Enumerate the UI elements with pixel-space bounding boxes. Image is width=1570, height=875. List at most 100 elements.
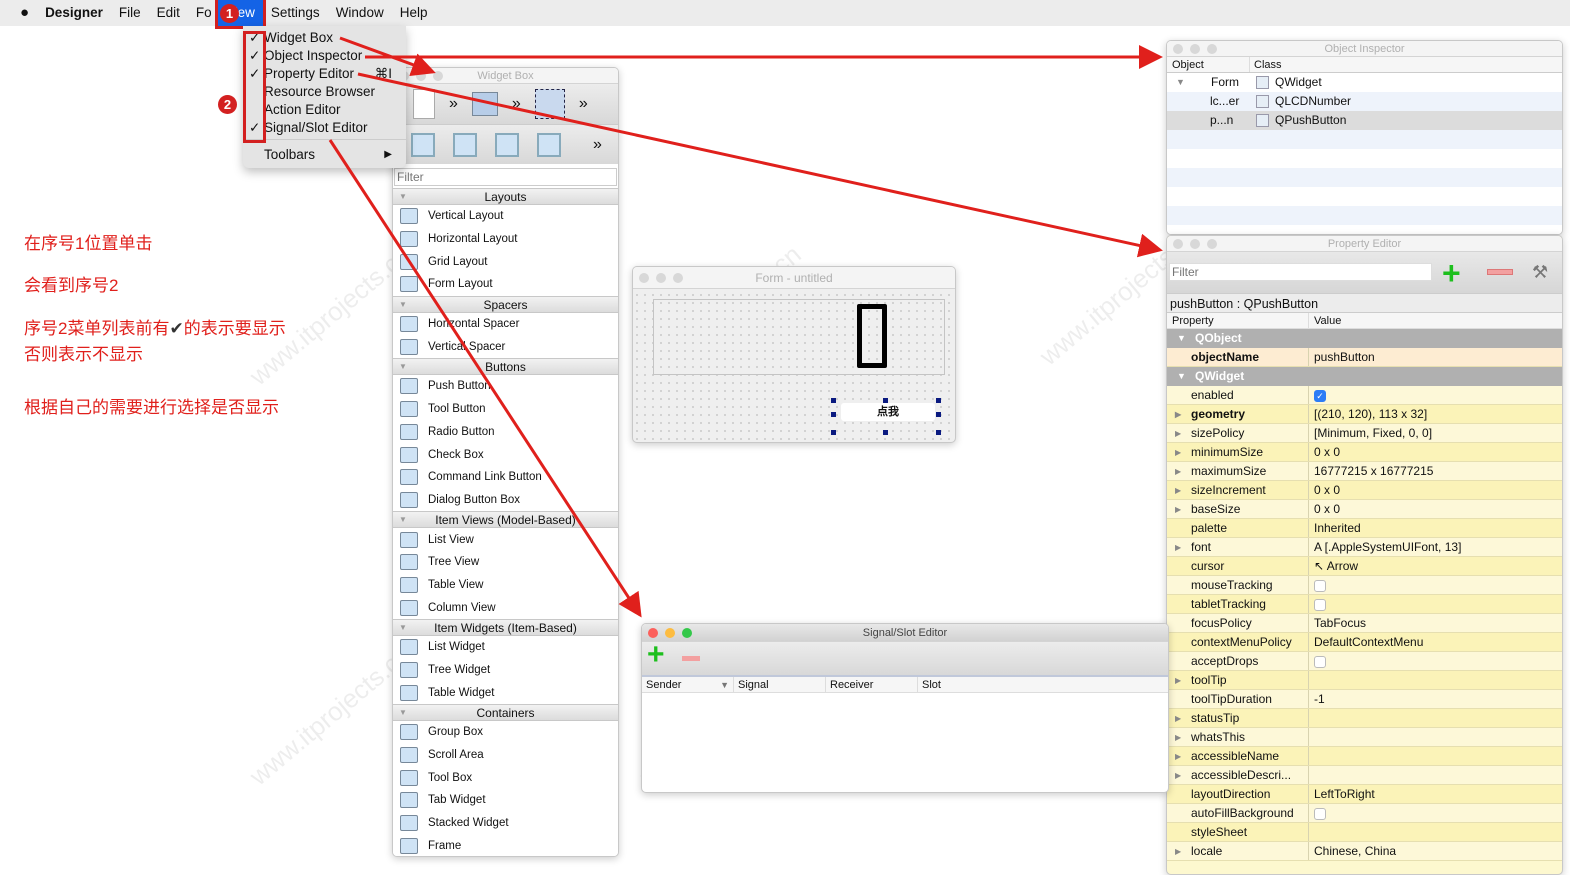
- property-value[interactable]: 0 x 0: [1309, 500, 1562, 518]
- menu-window[interactable]: Window: [328, 0, 392, 26]
- menu-item-toolbars[interactable]: Toolbars ▶: [243, 146, 406, 164]
- more-icon[interactable]: »: [512, 95, 521, 113]
- column-header-slot[interactable]: Slot: [918, 677, 941, 692]
- property-row-accessiblename[interactable]: accessibleName: [1167, 747, 1562, 766]
- property-row-statustip[interactable]: statusTip: [1167, 709, 1562, 728]
- property-row-basesize[interactable]: baseSize0 x 0: [1167, 500, 1562, 519]
- more-icon[interactable]: »: [449, 95, 458, 113]
- push-button[interactable]: 点我: [841, 403, 935, 421]
- widget-item[interactable]: Push Button: [393, 375, 618, 398]
- widget-item[interactable]: Tool Box: [393, 766, 618, 790]
- widget-category-header[interactable]: Item Views (Model-Based): [393, 511, 618, 529]
- property-value[interactable]: 0 x 0: [1309, 481, 1562, 499]
- apple-icon[interactable]: ●: [12, 0, 37, 26]
- property-value[interactable]: [1309, 823, 1562, 841]
- checkbox[interactable]: [1314, 655, 1326, 668]
- column-header-signal[interactable]: Signal: [734, 677, 826, 692]
- property-row-accessibledescri[interactable]: accessibleDescri...: [1167, 766, 1562, 785]
- more-icon[interactable]: »: [579, 95, 588, 113]
- widget-item[interactable]: Tool Button: [393, 397, 618, 421]
- property-value[interactable]: [1309, 747, 1562, 765]
- resize-handle[interactable]: [936, 430, 941, 435]
- widget-category-header[interactable]: Spacers: [393, 295, 618, 313]
- widget-item[interactable]: Horizontal Spacer: [393, 312, 618, 336]
- object-tree-row[interactable]: p...n QPushButton: [1167, 111, 1562, 130]
- widget-item[interactable]: Check Box: [393, 443, 618, 466]
- widget-item[interactable]: Column View: [393, 596, 618, 619]
- widget-item[interactable]: Grid Layout: [393, 250, 618, 274]
- resize-handle[interactable]: [936, 412, 941, 417]
- menu-item-object-inspector[interactable]: ✓ Object Inspector: [243, 47, 406, 65]
- resize-handle[interactable]: [883, 398, 888, 403]
- property-value[interactable]: LeftToRight: [1309, 785, 1562, 803]
- adjust-size-icon[interactable]: [534, 89, 565, 119]
- widget-category-header[interactable]: Containers: [393, 704, 618, 722]
- menu-item-widget-box[interactable]: ✓ Widget Box: [243, 29, 406, 47]
- widget-item[interactable]: Form Layout: [393, 273, 618, 296]
- widget-item[interactable]: Group Box: [393, 721, 618, 744]
- remove-connection-icon[interactable]: [682, 656, 700, 661]
- widget-category-header[interactable]: Buttons: [393, 358, 618, 376]
- property-group-qobject[interactable]: QObject: [1167, 329, 1562, 348]
- add-property-icon[interactable]: +: [1442, 255, 1461, 292]
- resize-handle[interactable]: [831, 398, 836, 403]
- layout-horizontal-icon[interactable]: [411, 132, 435, 157]
- menu-app[interactable]: Designer: [37, 0, 111, 26]
- column-header-receiver[interactable]: Receiver: [826, 677, 918, 692]
- property-row-cursor[interactable]: cursor ↖ Arrow: [1167, 557, 1562, 576]
- property-row-whatsthis[interactable]: whatsThis: [1167, 728, 1562, 747]
- menu-edit[interactable]: Edit: [149, 0, 188, 26]
- property-row-minimumsize[interactable]: minimumSize0 x 0: [1167, 443, 1562, 462]
- lcd-number[interactable]: 0: [653, 299, 945, 375]
- menu-item-signal-slot-editor[interactable]: ✓ Signal/Slot Editor: [243, 119, 406, 137]
- property-row-sizepolicy[interactable]: sizePolicy[Minimum, Fixed, 0, 0]: [1167, 424, 1562, 443]
- new-form-icon[interactable]: [413, 89, 435, 119]
- widget-item[interactable]: Vertical Spacer: [393, 335, 618, 359]
- column-header-class[interactable]: Class: [1250, 57, 1282, 72]
- widget-category-header[interactable]: Item Widgets (Item-Based): [393, 619, 618, 636]
- property-row-objectname[interactable]: objectName pushButton: [1167, 348, 1562, 367]
- layout-splitter-v-icon[interactable]: [537, 132, 561, 157]
- resize-handle[interactable]: [831, 412, 836, 417]
- resize-handle[interactable]: [831, 430, 836, 435]
- property-group-qwidget[interactable]: QWidget: [1167, 367, 1562, 386]
- property-value[interactable]: [(210, 120), 113 x 32]: [1309, 405, 1562, 423]
- property-row-acceptdrops[interactable]: acceptDrops: [1167, 652, 1562, 671]
- widget-item[interactable]: Tab Widget: [393, 789, 618, 812]
- expand-arrow-icon[interactable]: ▼: [1176, 73, 1185, 92]
- property-row-focuspolicy[interactable]: focusPolicy TabFocus: [1167, 614, 1562, 633]
- property-row-layoutdirection[interactable]: layoutDirection LeftToRight: [1167, 785, 1562, 804]
- widget-item[interactable]: Command Link Button: [393, 465, 618, 489]
- menu-file[interactable]: File: [111, 0, 149, 26]
- property-value[interactable]: 16777215 x 16777215: [1309, 462, 1562, 480]
- column-header-sender[interactable]: Sender ▼: [642, 677, 734, 692]
- property-row-palette[interactable]: palette Inherited: [1167, 519, 1562, 538]
- property-row-locale[interactable]: localeChinese, China: [1167, 842, 1562, 861]
- menu-item-property-editor[interactable]: ✓ Property Editor ⌘I: [243, 65, 406, 83]
- property-value[interactable]: [1309, 671, 1562, 689]
- property-value[interactable]: [1309, 728, 1562, 746]
- checkbox[interactable]: ✓: [1314, 389, 1326, 402]
- property-row-mousetracking[interactable]: mouseTracking: [1167, 576, 1562, 595]
- property-row-font[interactable]: fontA [.AppleSystemUIFont, 13]: [1167, 538, 1562, 557]
- property-value[interactable]: TabFocus: [1309, 614, 1562, 632]
- resize-handle[interactable]: [936, 398, 941, 403]
- widget-item[interactable]: Tree View: [393, 550, 618, 574]
- widget-item[interactable]: List View: [393, 528, 618, 551]
- property-row-contextmenupolicy[interactable]: contextMenuPolicy DefaultContextMenu: [1167, 633, 1562, 652]
- remove-property-icon[interactable]: [1487, 269, 1513, 275]
- checkbox[interactable]: [1314, 807, 1326, 820]
- object-tree-row[interactable]: lc...er QLCDNumber: [1167, 92, 1562, 111]
- widget-item[interactable]: Scroll Area: [393, 743, 618, 767]
- property-row-maximumsize[interactable]: maximumSize16777215 x 16777215: [1167, 462, 1562, 481]
- column-header-value[interactable]: Value: [1309, 313, 1341, 328]
- column-header-property[interactable]: Property: [1167, 313, 1309, 328]
- property-row-tooltip[interactable]: toolTip: [1167, 671, 1562, 690]
- edit-widgets-icon[interactable]: [471, 92, 498, 116]
- menu-item-resource-browser[interactable]: Resource Browser: [243, 83, 406, 101]
- resize-handle[interactable]: [883, 430, 888, 435]
- object-tree-row[interactable]: ▼ Form QWidget: [1167, 73, 1562, 92]
- column-header-object[interactable]: Object: [1167, 57, 1250, 72]
- widget-item[interactable]: Dialog Button Box: [393, 488, 618, 512]
- widget-item[interactable]: Stacked Widget: [393, 811, 618, 835]
